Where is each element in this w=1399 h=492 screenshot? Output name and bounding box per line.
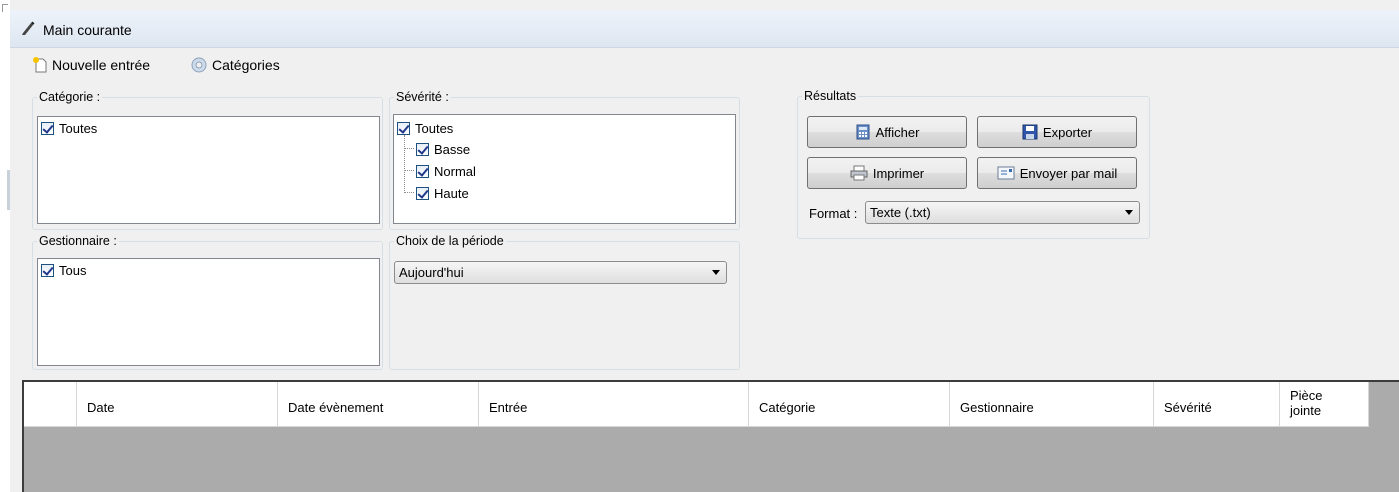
print-button[interactable]: Imprimer	[807, 157, 967, 189]
entries-grid[interactable]: Date Date évènement Entrée Catégorie Ges…	[22, 380, 1399, 492]
severity-item-label: Haute	[434, 185, 469, 201]
export-label: Exporter	[1042, 124, 1093, 140]
column-label: Entrée	[489, 400, 528, 415]
window-titlebar: Main courante	[10, 10, 1399, 48]
grid-header: Date Date évènement Entrée Catégorie Ges…	[24, 382, 1369, 427]
column-label-line: jointe	[1290, 403, 1322, 418]
period-select[interactable]: Aujourd'hui	[394, 261, 727, 284]
checkbox-checked[interactable]	[416, 164, 429, 178]
severity-item-basse[interactable]: Basse	[416, 140, 470, 158]
corner-mark	[2, 4, 8, 12]
column-label-line: Pièce	[1290, 388, 1323, 403]
checkbox-checked[interactable]	[416, 186, 429, 200]
send-mail-label: Envoyer par mail	[1019, 165, 1118, 181]
tree-connector	[404, 135, 405, 193]
print-label: Imprimer	[872, 165, 925, 181]
chevron-down-icon[interactable]	[1125, 210, 1133, 215]
column-date[interactable]: Date	[77, 382, 278, 427]
checkbox-checked[interactable]	[41, 263, 54, 277]
severity-root-label: Toutes	[415, 120, 454, 136]
column-label: Catégorie	[759, 400, 816, 415]
severity-item-haute[interactable]: Haute	[416, 184, 469, 202]
gear-icon	[191, 57, 207, 73]
period-legend: Choix de la période	[396, 234, 504, 248]
tree-branch	[405, 192, 414, 193]
severity-item-normal[interactable]: Normal	[416, 162, 476, 180]
show-label: Afficher	[875, 124, 920, 140]
severity-tree[interactable]: Toutes Basse Normal Haute	[393, 114, 736, 224]
period-selected-value: Aujourd'hui	[399, 265, 464, 280]
export-button[interactable]: Exporter	[977, 116, 1137, 148]
category-item-toutes[interactable]: Toutes	[41, 119, 97, 137]
new-document-icon	[33, 57, 47, 73]
severity-item-toutes[interactable]: Toutes	[397, 119, 453, 137]
manager-item-label: Tous	[59, 262, 87, 278]
categories-label: Catégories	[212, 57, 280, 73]
format-selected-value: Texte (.txt)	[870, 205, 931, 220]
column-label: Date évènement	[288, 400, 384, 415]
column-severity[interactable]: Sévérité	[1154, 382, 1280, 427]
new-entry-label: Nouvelle entrée	[52, 57, 151, 73]
categories-button[interactable]: Catégories	[190, 54, 280, 76]
chevron-down-icon[interactable]	[712, 270, 720, 275]
manager-checklist[interactable]: Tous	[37, 258, 380, 366]
manager-item-tous[interactable]: Tous	[41, 261, 86, 279]
severity-item-label: Basse	[434, 141, 471, 157]
category-item-label: Toutes	[59, 120, 98, 136]
printer-icon	[850, 165, 868, 181]
window-title: Main courante	[43, 22, 132, 38]
calculator-icon	[856, 124, 870, 140]
column-entry[interactable]: Entrée	[479, 382, 749, 427]
category-checklist[interactable]: Toutes	[37, 116, 380, 224]
pencil-icon	[22, 21, 35, 35]
show-button[interactable]: Afficher	[807, 116, 967, 148]
checkbox-checked[interactable]	[416, 142, 429, 156]
new-entry-button[interactable]: Nouvelle entrée	[32, 54, 150, 76]
manager-legend: Gestionnaire :	[39, 234, 117, 248]
checkbox-checked[interactable]	[41, 121, 54, 135]
save-disk-icon	[1022, 124, 1038, 140]
severity-item-label: Normal	[434, 163, 476, 179]
tree-branch	[405, 148, 414, 149]
column-label-multiline: Pièce jointe	[1290, 388, 1323, 418]
format-label: Format :	[809, 206, 858, 221]
left-edge-strip	[0, 0, 10, 492]
column-label: Date	[87, 400, 115, 415]
category-legend: Catégorie :	[39, 90, 101, 104]
period-group: Choix de la période	[389, 234, 740, 370]
column-label: Sévérité	[1164, 400, 1212, 415]
edge-bar	[7, 170, 10, 210]
column-label: Gestionnaire	[960, 400, 1034, 415]
severity-legend: Sévérité :	[396, 90, 449, 104]
row-header-column	[24, 382, 77, 427]
format-select[interactable]: Texte (.txt)	[865, 201, 1140, 224]
mail-icon	[997, 166, 1015, 180]
column-manager[interactable]: Gestionnaire	[950, 382, 1154, 427]
column-event-date[interactable]: Date évènement	[278, 382, 479, 427]
column-category[interactable]: Catégorie	[749, 382, 950, 427]
results-legend: Résultats	[804, 89, 857, 103]
send-mail-button[interactable]: Envoyer par mail	[977, 157, 1137, 189]
tree-branch	[405, 170, 414, 171]
column-attachment[interactable]: Pièce jointe	[1280, 382, 1369, 427]
checkbox-checked[interactable]	[397, 121, 410, 135]
toolbar: Nouvelle entrée Catégories	[10, 49, 1399, 81]
